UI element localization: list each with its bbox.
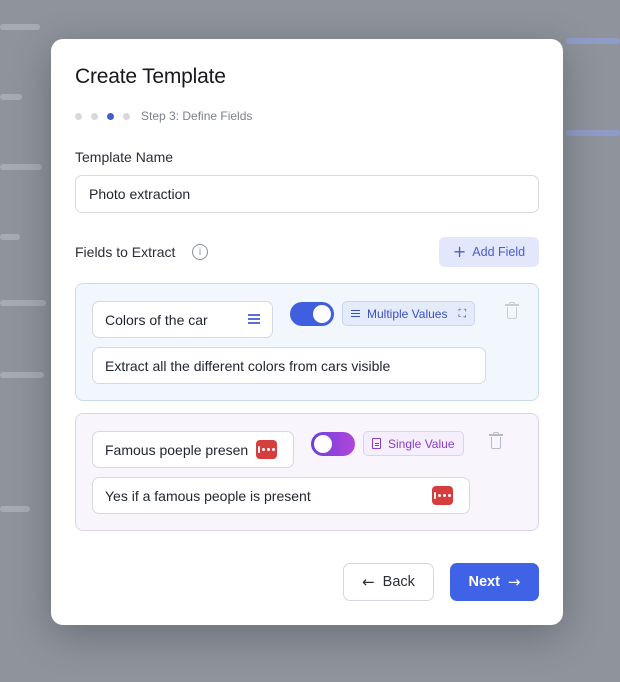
background-item (0, 94, 22, 100)
add-field-button[interactable]: + Add Field (439, 237, 539, 267)
value-type-badge[interactable]: Single Value (363, 431, 464, 456)
list-icon (351, 308, 360, 320)
delete-field-icon[interactable] (489, 432, 503, 449)
create-template-modal: Create Template Step 3: Define Fields Te… (51, 39, 563, 625)
field-card: Colors of the car Multiple Values ⛶ Extr… (75, 283, 539, 401)
password-manager-icon[interactable] (432, 486, 453, 505)
field-name-value: Colors of the car (105, 311, 208, 328)
background-item (566, 38, 620, 44)
template-name-label: Template Name (75, 149, 174, 165)
step-label: Step 3: Define Fields (141, 109, 253, 123)
background-item (0, 506, 30, 512)
template-name-value: Photo extraction (89, 186, 191, 202)
step-dot (123, 112, 130, 120)
arrow-right-icon: → (507, 573, 521, 591)
value-type-badge[interactable]: Multiple Values ⛶ (342, 301, 476, 326)
field-name-input[interactable]: Colors of the car (92, 301, 273, 338)
back-button[interactable]: ← Back (343, 563, 434, 601)
fields-to-extract-label: Fields to Extract (75, 244, 176, 260)
info-icon[interactable]: i (192, 244, 208, 260)
single-value-toggle[interactable] (311, 432, 355, 456)
step-dot (75, 112, 82, 120)
modal-title: Create Template (75, 65, 226, 88)
document-icon (372, 438, 381, 449)
template-name-input[interactable]: Photo extraction (75, 175, 539, 213)
expand-icon[interactable]: ⛶ (458, 307, 466, 321)
step-dot (91, 112, 98, 120)
background-item (566, 130, 620, 136)
toggle-knob (314, 435, 332, 453)
toggle-knob (313, 305, 331, 323)
add-field-label: Add Field (472, 245, 526, 259)
next-label: Next (468, 574, 500, 590)
background-item (0, 24, 40, 30)
field-description-value: Extract all the different colors from ca… (105, 357, 391, 374)
arrow-left-icon: ← (362, 573, 375, 591)
field-description-value: Yes if a famous people is present (105, 487, 311, 504)
background-item (0, 372, 44, 378)
value-type-label: Multiple Values (367, 306, 448, 321)
step-indicator: Step 3: Define Fields (75, 109, 252, 123)
value-type-label: Single Value (388, 436, 455, 451)
field-card: Famous poeple presen Single Value Yes if… (75, 413, 539, 531)
step-dot-active (107, 112, 114, 120)
back-label: Back (382, 574, 415, 590)
plus-icon: + (452, 242, 467, 261)
background-item (0, 164, 42, 170)
field-name-value: Famous poeple presen (105, 441, 249, 458)
password-manager-icon[interactable] (256, 440, 277, 459)
next-button[interactable]: Next → (450, 563, 539, 601)
delete-field-icon[interactable] (505, 302, 519, 319)
multiple-values-toggle[interactable] (290, 302, 334, 326)
list-icon (248, 314, 260, 324)
background-item (0, 300, 46, 306)
field-description-input[interactable]: Extract all the different colors from ca… (92, 347, 486, 384)
field-description-input[interactable]: Yes if a famous people is present (92, 477, 470, 514)
background-item (0, 234, 20, 240)
